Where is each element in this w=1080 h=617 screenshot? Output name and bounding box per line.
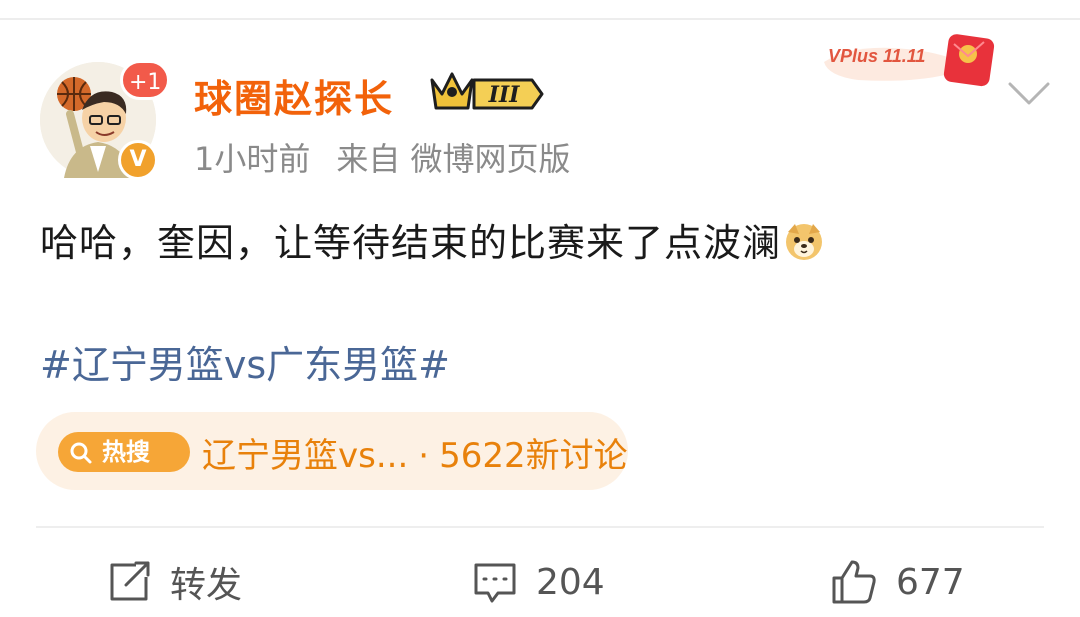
red-envelope-icon [943, 34, 995, 87]
hot-search-topic: 辽宁男篮vs... [202, 436, 409, 476]
comment-count: 204 [536, 561, 605, 603]
like-count: 677 [896, 561, 965, 603]
search-icon [70, 442, 92, 464]
promo-text: VPlus 11.11 [828, 46, 925, 66]
separator-dot: · [418, 436, 430, 476]
comment-button[interactable]: 204 [472, 556, 605, 608]
top-divider [0, 18, 1080, 20]
notification-badge: +1 [120, 60, 171, 100]
post-text: 哈哈，奎因，让等待结束的比赛来了点波澜 [40, 212, 825, 267]
like-button[interactable]: 677 [830, 556, 965, 608]
post-text-content: 哈哈，奎因，让等待结束的比赛来了点波澜 [40, 221, 782, 265]
post-time: 1小时前 [194, 140, 311, 178]
share-button[interactable]: 转发 [106, 556, 242, 608]
like-icon [832, 560, 876, 604]
share-icon [110, 561, 150, 601]
hashtag-link[interactable]: #辽宁男篮vs广东男篮# [40, 334, 450, 389]
post-meta: 1小时前 来自 微博网页版 [194, 134, 571, 180]
hot-search-badge: 热搜 [58, 432, 190, 472]
hot-search-badge-label: 热搜 [102, 438, 150, 466]
vplus-promo-banner[interactable]: VPlus 11.11 [818, 28, 1004, 90]
hot-search-count: 5622新讨论 [439, 436, 628, 476]
share-label: 转发 [170, 565, 243, 606]
comment-icon [474, 563, 516, 603]
user-name[interactable]: 球圈赵探长 [194, 68, 394, 123]
crown-icon[interactable]: III [428, 68, 546, 116]
post-source: 来自 微博网页版 [336, 140, 571, 178]
verified-badge-icon: V [118, 140, 158, 180]
doge-emoji-icon [786, 224, 823, 260]
hot-search-card[interactable]: 热搜 辽宁男篮vs... · 5622新讨论 [36, 412, 628, 490]
chevron-down-icon[interactable] [1004, 74, 1054, 114]
vip-level-text: III [488, 82, 521, 108]
hot-search-text: 辽宁男篮vs... · 5622新讨论 [202, 428, 628, 477]
action-divider [36, 526, 1044, 528]
